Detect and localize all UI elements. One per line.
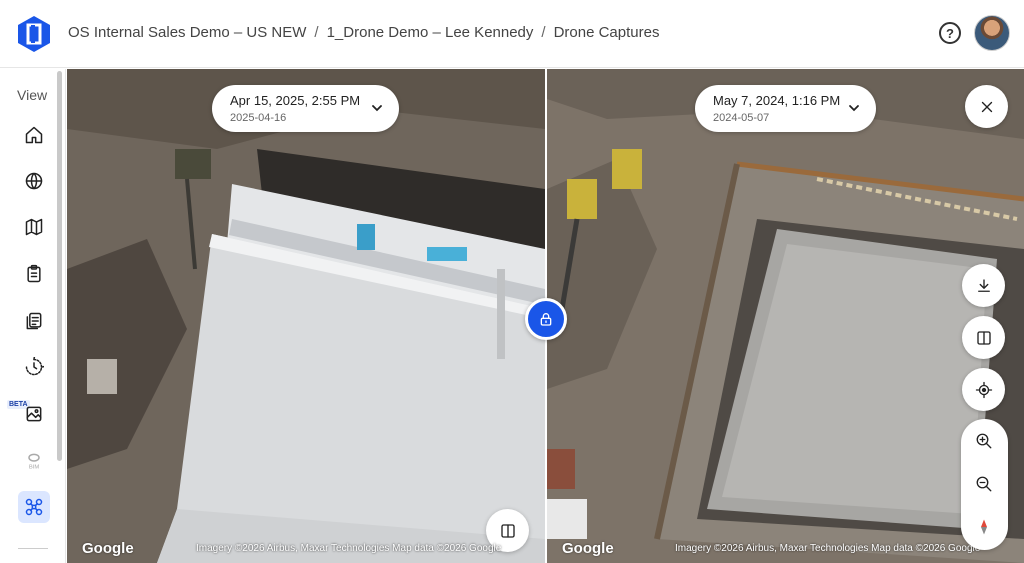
compass-button[interactable]: [974, 517, 994, 537]
close-icon: [981, 101, 992, 112]
capture-date-sub: 2025-04-16: [230, 112, 287, 124]
capture-date-main: May 7, 2024, 1:16 PM: [713, 93, 841, 108]
sidebar-item-home[interactable]: [18, 119, 50, 151]
breadcrumb-item-org[interactable]: OS Internal Sales Demo – US NEW: [68, 24, 306, 41]
zoom-out-icon: [976, 476, 992, 492]
chevron-down-icon: [849, 105, 859, 112]
sidebar-item-clipboard[interactable]: [18, 258, 50, 290]
sidebar-divider: [18, 548, 48, 549]
capture-date-main: Apr 15, 2025, 2:55 PM: [230, 93, 361, 108]
google-logo: Google: [82, 540, 134, 557]
breadcrumb-item-current: Drone Captures: [553, 24, 660, 41]
split-view-button-right[interactable]: [962, 316, 1005, 359]
help-button[interactable]: ?: [939, 22, 961, 44]
sidebar-item-drone[interactable]: [18, 491, 50, 523]
question-circle-icon: ?: [946, 25, 954, 41]
top-bar: OS Internal Sales Demo – US NEW / 1_Dron…: [0, 0, 1024, 68]
my-location-button[interactable]: [962, 368, 1005, 411]
user-avatar[interactable]: [974, 15, 1010, 51]
bim-icon: BIM: [28, 453, 40, 471]
download-button[interactable]: [962, 264, 1005, 307]
map-right-pane[interactable]: May 7, 2024, 1:16 PM 2024-05-07 Google I…: [547, 69, 1024, 563]
google-logo: Google: [562, 540, 614, 557]
sidebar-label: View: [17, 87, 48, 103]
image-icon: [26, 406, 42, 422]
drone-icon: [25, 498, 43, 516]
svg-text:BIM: BIM: [29, 465, 40, 471]
zoom-controls: [961, 419, 1008, 550]
zoom-in-button[interactable]: [974, 431, 994, 451]
sidebar-item-bim[interactable]: BIM: [18, 445, 50, 477]
sidebar-item-map[interactable]: [18, 211, 50, 243]
clipboard-icon: [27, 264, 41, 283]
lock-icon: [540, 313, 552, 326]
split-view-icon: [500, 523, 515, 538]
chevron-down-icon: [372, 105, 382, 112]
sidebar-item-globe[interactable]: [18, 165, 50, 197]
sidebar-scrollbar[interactable]: [57, 71, 62, 461]
capture-date-selector-left[interactable]: Apr 15, 2025, 2:55 PM 2025-04-16: [212, 85, 399, 132]
app-logo[interactable]: [17, 15, 51, 53]
sidebar-item-documents[interactable]: [18, 305, 50, 337]
home-icon: [25, 126, 43, 144]
map-left-pane[interactable]: Apr 15, 2025, 2:55 PM 2025-04-16 Google …: [67, 69, 545, 563]
download-icon: [977, 278, 990, 292]
clock-icon: [25, 357, 44, 376]
zoom-out-button[interactable]: [974, 474, 994, 494]
aerial-imagery-right: [547, 69, 1024, 563]
zoom-in-icon: [976, 433, 992, 449]
aerial-imagery-left: [67, 69, 545, 563]
split-view-icon: [976, 330, 991, 345]
breadcrumb-separator: /: [314, 24, 319, 41]
capture-date-selector-right[interactable]: May 7, 2024, 1:16 PM 2024-05-07: [695, 85, 876, 132]
capture-date-sub: 2024-05-07: [713, 112, 770, 124]
documents-icon: [26, 312, 42, 330]
sidebar: View BETA BIM: [0, 69, 66, 563]
breadcrumb: OS Internal Sales Demo – US NEW / 1_Dron…: [68, 24, 659, 41]
breadcrumb-item-project[interactable]: 1_Drone Demo – Lee Kennedy: [327, 24, 534, 41]
crosshair-icon: [975, 381, 992, 398]
map-attribution: Imagery ©2026 Airbus, Maxar Technologies…: [196, 543, 502, 554]
map-icon: [25, 218, 43, 236]
map-attribution: Imagery ©2026 Airbus, Maxar Technologies…: [675, 543, 981, 554]
globe-icon: [25, 172, 43, 190]
close-button[interactable]: [965, 85, 1008, 128]
compass-icon: [981, 519, 987, 535]
sidebar-item-timeline[interactable]: [18, 351, 50, 383]
sidebar-item-images[interactable]: [18, 398, 50, 430]
sync-lock-button[interactable]: [525, 298, 567, 340]
breadcrumb-separator: /: [541, 24, 546, 41]
